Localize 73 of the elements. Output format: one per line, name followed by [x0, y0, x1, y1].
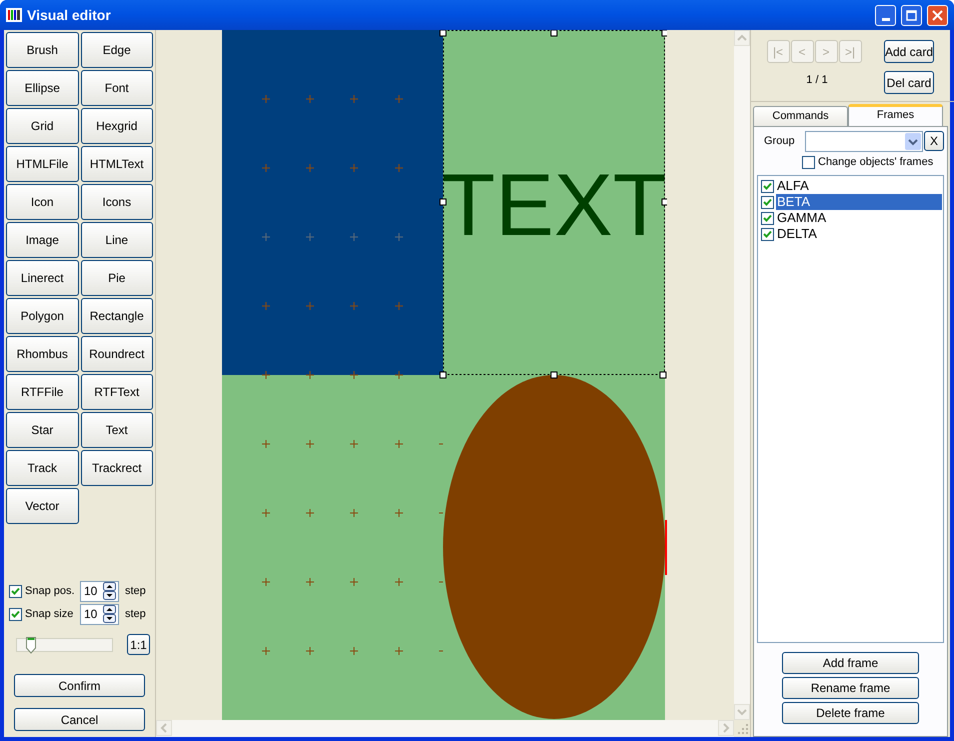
tool-button[interactable]: Line	[80, 222, 153, 258]
tool-button[interactable]: HTMLFile	[6, 146, 78, 182]
spin-arrows-icon[interactable]	[103, 605, 116, 623]
tool-button[interactable]: Hexgrid	[80, 108, 153, 144]
tool-button[interactable]: Text	[80, 412, 153, 448]
checkbox[interactable]	[761, 196, 774, 208]
spin-arrows-icon[interactable]	[103, 582, 116, 600]
ellipse[interactable]	[443, 375, 665, 719]
tool-button[interactable]: Linerect	[6, 260, 78, 296]
tool-button[interactable]: Brush	[6, 32, 78, 68]
slider-thumb[interactable]	[26, 636, 36, 654]
window-title: Visual editor	[27, 6, 112, 24]
tool-button[interactable]: Font	[80, 70, 153, 106]
checkbox[interactable]	[9, 608, 22, 620]
frame-button[interactable]: Delete frame	[782, 702, 919, 724]
tool-button[interactable]: RTFText	[80, 374, 153, 410]
tool-button[interactable]: Icons	[80, 184, 153, 220]
frame-item[interactable]: BETA	[776, 194, 942, 210]
frame-button[interactable]: Add frame	[782, 652, 919, 674]
tool-button[interactable]: Track	[6, 450, 78, 486]
tool-button[interactable]: Star	[6, 412, 78, 448]
tool-button[interactable]: Icon	[6, 184, 78, 220]
step-label: step	[125, 584, 146, 599]
tab[interactable]: Commands	[753, 106, 848, 126]
snap-label: Snap pos.	[25, 584, 76, 599]
cancel-button[interactable]: Cancel	[14, 708, 145, 731]
frame-item[interactable]: DELTA	[776, 226, 942, 242]
tool-button[interactable]: HTMLText	[80, 146, 153, 182]
card-button[interactable]: Del card	[884, 71, 934, 94]
checkbox[interactable]	[9, 584, 22, 598]
maximize-icon	[906, 10, 917, 20]
checkbox[interactable]	[761, 228, 774, 240]
tool-button[interactable]: Pie	[80, 260, 153, 296]
edge-line	[665, 520, 667, 575]
snap-label: Snap size	[25, 606, 74, 622]
close-icon	[932, 10, 943, 20]
tool-button[interactable]: Rectangle	[80, 298, 153, 334]
checkbox[interactable]	[802, 156, 815, 169]
page-counter: 1 / 1	[805, 73, 828, 88]
close-button[interactable]	[927, 4, 948, 26]
frame-item[interactable]: GAMMA	[776, 210, 942, 226]
tool-button[interactable]: Roundrect	[80, 336, 153, 372]
tool-button[interactable]: Trackrect	[80, 450, 153, 486]
step-field[interactable]: 10	[80, 604, 119, 624]
tool-button[interactable]: Image	[6, 222, 78, 258]
change-frames-label: Change objects' frames	[818, 155, 934, 170]
actual-size-button[interactable]: 1:1	[127, 634, 150, 655]
step-label: step	[125, 606, 146, 622]
tool-button[interactable]: Grid	[6, 108, 78, 144]
step-field[interactable]: 10	[80, 580, 119, 602]
frame-button[interactable]: Rename frame	[782, 677, 919, 699]
zoom-slider[interactable]	[16, 638, 113, 652]
tool-button[interactable]: Rhombus	[6, 336, 78, 372]
tool-button[interactable]: Edge	[80, 32, 153, 68]
tool-button[interactable]: Ellipse	[6, 70, 78, 106]
tool-button[interactable]: RTFFile	[6, 374, 78, 410]
tab[interactable]: Frames	[848, 104, 943, 126]
tool-button[interactable]: Vector	[6, 488, 78, 524]
tool-button[interactable]: Polygon	[6, 298, 78, 334]
chevron-down-icon	[905, 132, 921, 150]
checkbox[interactable]	[761, 212, 774, 224]
minimize-button[interactable]	[875, 4, 896, 26]
group-dropdown[interactable]	[805, 130, 923, 152]
card-button[interactable]: Add card	[884, 40, 934, 63]
clear-group-button[interactable]: X	[924, 131, 944, 151]
canvas-text: TEXT	[442, 155, 666, 254]
maximize-button[interactable]	[901, 4, 922, 26]
checkbox[interactable]	[761, 180, 774, 192]
frame-item[interactable]: ALFA	[776, 178, 942, 194]
confirm-button[interactable]: Confirm	[14, 674, 145, 697]
minimize-icon	[882, 18, 890, 20]
app-icon	[6, 7, 22, 23]
group-label: Group	[764, 134, 796, 149]
